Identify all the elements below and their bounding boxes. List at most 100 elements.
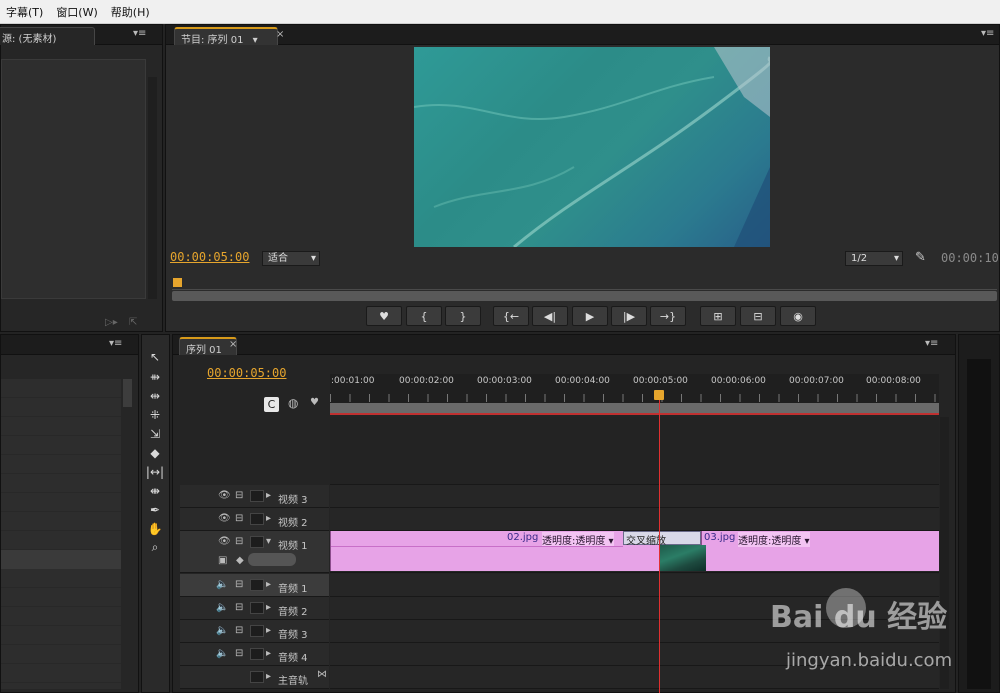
bowtie-icon[interactable]: ⋈: [317, 670, 327, 680]
track-name[interactable]: 音频 2: [278, 603, 308, 618]
program-zoom-bar[interactable]: [172, 291, 997, 301]
go-to-in-button[interactable]: {←: [493, 306, 529, 326]
speaker-icon[interactable]: 🔈: [216, 580, 228, 590]
menu-item-help[interactable]: 帮助(H): [111, 4, 150, 20]
extract-button[interactable]: ⊟: [740, 306, 776, 326]
eye-icon[interactable]: 👁: [218, 491, 231, 501]
track-name[interactable]: 音频 3: [278, 626, 308, 641]
project-row-selected[interactable]: [1, 550, 121, 569]
add-marker-button[interactable]: ♥: [366, 306, 402, 326]
clip-effect-dropdown[interactable]: 透明度:透明度 ▾: [542, 532, 614, 547]
track-lock-box[interactable]: [250, 602, 264, 614]
clip-02-jpg[interactable]: 02.jpg 透明度:透明度 ▾: [330, 531, 624, 571]
tab-dropdown-icon[interactable]: ▾: [253, 35, 258, 46]
collapse-icon[interactable]: ▾: [266, 537, 271, 547]
track-name[interactable]: 音频 4: [278, 649, 308, 664]
tab-source[interactable]: 源: (无素材): [0, 27, 95, 45]
expand-icon[interactable]: ▸: [266, 626, 271, 636]
slide-tool-icon[interactable]: ⇼: [145, 482, 165, 499]
lane-video-3[interactable]: [330, 485, 939, 508]
play-button[interactable]: ▶: [572, 306, 608, 326]
expand-icon[interactable]: ▸: [266, 672, 271, 682]
timeline-vertical-scrollbar[interactable]: [940, 417, 949, 689]
display-style-icon[interactable]: ▣: [218, 556, 227, 566]
speaker-icon[interactable]: 🔈: [216, 649, 228, 659]
expand-icon[interactable]: ▸: [266, 580, 271, 590]
tab-program[interactable]: 节目: 序列 01 ▾: [174, 27, 278, 46]
rate-stretch-tool-icon[interactable]: ⇲: [145, 425, 165, 442]
sync-lock-icon[interactable]: ⊟: [235, 649, 243, 659]
track-lock-box[interactable]: [250, 671, 264, 683]
selection-tool-icon[interactable]: ↖: [145, 348, 165, 365]
sync-lock-icon[interactable]: ⊟: [235, 580, 243, 590]
source-footer-icon-a[interactable]: ▷▸: [105, 318, 118, 328]
program-playhead-marker[interactable]: [173, 278, 182, 287]
snap-icon[interactable]: C: [264, 397, 279, 412]
mark-in-button[interactable]: {: [406, 306, 442, 326]
export-frame-button[interactable]: ◉: [780, 306, 816, 326]
wrench-icon[interactable]: ✎: [915, 251, 926, 264]
speaker-icon[interactable]: 🔈: [216, 626, 228, 636]
program-mini-ruler[interactable]: [172, 277, 997, 290]
zoom-tool-icon[interactable]: ⌕: [145, 539, 165, 556]
lane-video-2[interactable]: [330, 508, 939, 531]
sync-lock-icon[interactable]: ⊟: [235, 626, 243, 636]
panel-menu-icon[interactable]: ▾≡: [109, 339, 122, 349]
expand-icon[interactable]: ▸: [266, 514, 271, 524]
pen-tool-icon[interactable]: ✒: [145, 501, 165, 518]
track-name[interactable]: 主音轨: [278, 672, 308, 687]
track-name[interactable]: 视频 3: [278, 491, 308, 506]
razor-tool-icon[interactable]: ◆: [145, 444, 165, 461]
playhead-head[interactable]: [653, 390, 664, 400]
go-to-out-button[interactable]: →}: [650, 306, 686, 326]
transition-cross-zoom[interactable]: 交叉缩放: [623, 531, 701, 547]
sync-lock-icon[interactable]: ⊟: [235, 603, 243, 613]
eye-icon[interactable]: 👁: [218, 537, 231, 547]
resolution-select[interactable]: 1/2 ▾: [845, 251, 903, 266]
clip-03-jpg-header[interactable]: 03.jpg 透明度:透明度 ▾: [701, 531, 939, 547]
keyframe-icon[interactable]: ◆: [236, 556, 244, 566]
track-name[interactable]: 音频 1: [278, 580, 308, 595]
panel-menu-icon[interactable]: ▾≡: [925, 339, 938, 349]
keyframe-nav[interactable]: [248, 553, 296, 566]
expand-icon[interactable]: ▸: [266, 491, 271, 501]
marker-flag-icon[interactable]: ♥: [310, 398, 319, 408]
track-lock-box[interactable]: [250, 513, 264, 525]
panel-menu-icon[interactable]: ▾≡: [133, 29, 146, 39]
timeline-timecode[interactable]: 00:00:05:00: [207, 366, 286, 380]
project-scrollbar[interactable]: [123, 379, 132, 407]
source-scrollbar[interactable]: [148, 77, 157, 299]
clip-opacity-line[interactable]: [331, 546, 624, 547]
track-name[interactable]: 视频 1: [278, 537, 308, 552]
track-lock-box[interactable]: [250, 648, 264, 660]
close-icon[interactable]: ×: [229, 340, 237, 350]
track-lock-box[interactable]: [250, 536, 264, 548]
panel-menu-icon[interactable]: ▾≡: [981, 29, 994, 39]
ripple-edit-tool-icon[interactable]: ⇹: [145, 387, 165, 404]
sync-lock-icon[interactable]: ⊟: [235, 514, 243, 524]
marker-add-icon[interactable]: ◍: [288, 397, 298, 409]
expand-icon[interactable]: ▸: [266, 649, 271, 659]
track-select-tool-icon[interactable]: ⇻: [145, 368, 165, 385]
slip-tool-icon[interactable]: |↔|: [145, 463, 165, 480]
track-name[interactable]: 视频 2: [278, 514, 308, 529]
sync-lock-icon[interactable]: ⊟: [235, 491, 243, 501]
lift-button[interactable]: ⊞: [700, 306, 736, 326]
mark-out-button[interactable]: }: [445, 306, 481, 326]
program-timecode[interactable]: 00:00:05:00: [170, 250, 249, 264]
eye-icon[interactable]: 👁: [218, 514, 231, 524]
speaker-icon[interactable]: 🔈: [216, 603, 228, 613]
clip-effect-dropdown[interactable]: 透明度:透明度 ▾: [738, 532, 810, 547]
track-lock-box[interactable]: [250, 579, 264, 591]
close-icon[interactable]: ×: [276, 30, 284, 40]
menu-item-window[interactable]: 窗口(W): [56, 4, 97, 20]
source-footer-icon-b[interactable]: ⇱: [129, 318, 137, 328]
step-back-button[interactable]: ◀|: [532, 306, 568, 326]
track-lock-box[interactable]: [250, 490, 264, 502]
sync-lock-icon[interactable]: ⊟: [235, 537, 243, 547]
rolling-edit-tool-icon[interactable]: ⁜: [145, 406, 165, 423]
track-lock-box[interactable]: [250, 625, 264, 637]
fit-select[interactable]: 适合 ▾: [262, 251, 320, 266]
hand-tool-icon[interactable]: ✋: [145, 520, 165, 537]
expand-icon[interactable]: ▸: [266, 603, 271, 613]
